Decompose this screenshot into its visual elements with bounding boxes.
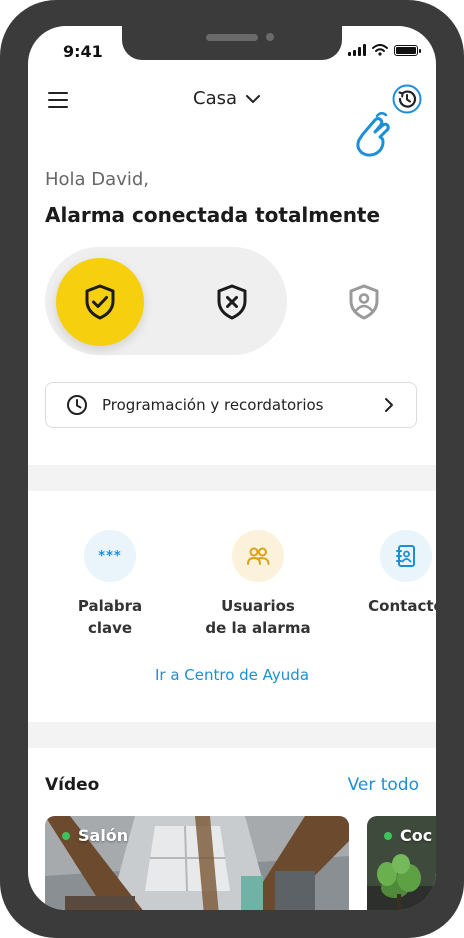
contacts-icon	[380, 530, 432, 582]
shortcut-alarm-users[interactable]: Usuarios de la alarma	[203, 530, 313, 639]
camera-label: Salón	[62, 826, 128, 845]
section-divider	[28, 722, 436, 748]
history-icon	[392, 84, 422, 114]
mode-partial-button[interactable]	[320, 258, 408, 346]
menu-icon[interactable]	[48, 92, 68, 108]
mode-disarmed-button[interactable]	[188, 258, 276, 346]
camera-card-cocina[interactable]: Coc	[367, 816, 436, 910]
speaker	[206, 34, 258, 41]
battery-icon	[394, 44, 421, 56]
live-indicator	[62, 831, 70, 840]
shortcut-contacts[interactable]: Contacto	[351, 530, 436, 617]
greeting-text: Hola David,	[45, 169, 149, 190]
section-divider	[28, 465, 436, 491]
users-icon	[232, 530, 284, 582]
phone-frame: 9:41 Casa Hola David, Alarma conectada t…	[0, 0, 464, 938]
clock-icon	[66, 394, 88, 416]
shortcut-label: Contacto	[368, 597, 436, 615]
camera-name: Salón	[78, 826, 129, 845]
shield-check-icon	[85, 284, 115, 320]
app-screen: 9:41 Casa Hola David, Alarma conectada t…	[28, 26, 436, 910]
shortcut-label: Usuarios de la alarma	[205, 597, 311, 637]
home-name: Casa	[193, 88, 238, 109]
camera-name: Coc	[400, 826, 433, 845]
home-selector[interactable]: Casa	[193, 88, 261, 109]
password-dots-icon: ***	[84, 530, 136, 582]
chevron-down-icon	[246, 94, 261, 103]
front-camera	[266, 33, 274, 41]
alarm-status-title: Alarma conectada totalmente	[45, 203, 381, 227]
wifi-icon	[372, 44, 388, 56]
schedule-label: Programación y recordatorios	[102, 396, 324, 414]
video-section-title: Vídeo	[45, 775, 100, 795]
mode-armed-button[interactable]	[56, 258, 144, 346]
shortcut-label: Palabra clave	[77, 597, 143, 637]
history-button[interactable]	[392, 84, 422, 114]
status-time: 9:41	[63, 42, 103, 61]
cellular-signal-icon	[348, 44, 366, 56]
see-all-videos-link[interactable]: Ver todo	[348, 775, 419, 795]
chevron-right-icon	[384, 397, 394, 413]
device-notch	[122, 26, 342, 60]
live-indicator	[384, 831, 392, 840]
shield-user-icon	[349, 284, 379, 320]
schedule-reminders-row[interactable]: Programación y recordatorios	[45, 382, 417, 428]
shield-x-icon	[217, 284, 247, 320]
shortcut-password[interactable]: *** Palabra clave	[55, 530, 165, 639]
help-center-link[interactable]: Ir a Centro de Ayuda	[28, 666, 436, 684]
camera-label: Coc	[384, 826, 432, 845]
tap-hand-icon	[356, 112, 390, 157]
camera-card-salon[interactable]: Salón	[45, 816, 349, 910]
status-icons	[348, 42, 421, 58]
